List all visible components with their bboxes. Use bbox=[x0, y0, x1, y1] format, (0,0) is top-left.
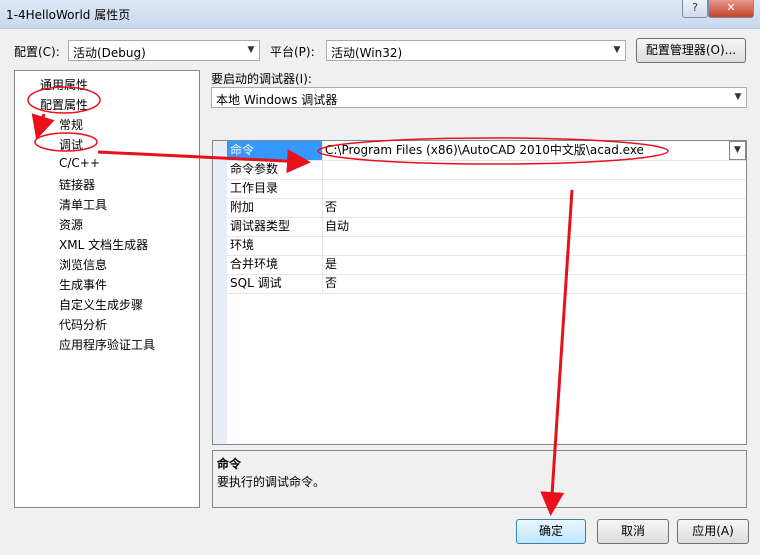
chevron-down-icon[interactable]: ▼ bbox=[609, 41, 625, 60]
tree-item[interactable]: 自定义生成步骤 bbox=[59, 296, 143, 313]
tree-item[interactable]: 浏览信息 bbox=[59, 256, 107, 273]
platform-select-value: 活动(Win32) bbox=[331, 46, 403, 60]
debugger-select-value: 本地 Windows 调试器 bbox=[216, 93, 338, 107]
tree-item[interactable]: 代码分析 bbox=[59, 316, 107, 333]
command-dropdown-button[interactable]: ▼ bbox=[729, 141, 746, 160]
config-select[interactable]: 活动(Debug) ▼ bbox=[68, 40, 260, 61]
debugger-label: 要启动的调试器(I): bbox=[211, 72, 312, 86]
property-value[interactable]: 否 bbox=[323, 274, 337, 293]
tree-item[interactable]: 应用程序验证工具 bbox=[59, 336, 155, 353]
tree-item[interactable]: XML 文档生成器 bbox=[59, 236, 148, 253]
property-row[interactable]: 附加否 bbox=[227, 198, 746, 218]
tree-item[interactable]: 资源 bbox=[59, 216, 83, 233]
tree-item[interactable]: 生成事件 bbox=[59, 276, 107, 293]
description-panel: 命令 要执行的调试命令。 bbox=[212, 450, 747, 508]
property-row[interactable]: 合并环境是 bbox=[227, 255, 746, 275]
property-row[interactable]: 命令 C:\Program Files (x86)\AutoCAD 2010中文版… bbox=[227, 141, 746, 161]
property-row[interactable]: SQL 调试否 bbox=[227, 274, 746, 294]
description-text: 要执行的调试命令。 bbox=[217, 475, 326, 489]
property-name: 环境 bbox=[227, 236, 323, 255]
config-label: 配置(C): bbox=[14, 45, 60, 59]
property-row[interactable]: 环境 bbox=[227, 236, 746, 256]
property-row[interactable]: 工作目录 bbox=[227, 179, 746, 199]
tree-item[interactable]: C/C++ bbox=[59, 156, 100, 170]
tree-item[interactable]: 配置属性 bbox=[40, 96, 88, 113]
chevron-down-icon[interactable]: ▼ bbox=[243, 41, 259, 60]
description-title: 命令 bbox=[217, 457, 242, 471]
tree-item[interactable]: 调试 bbox=[59, 136, 83, 153]
chevron-down-icon[interactable]: ▼ bbox=[730, 88, 746, 107]
grid-gutter bbox=[213, 141, 227, 444]
close-button[interactable]: ✕ bbox=[708, 0, 754, 18]
property-value[interactable]: C:\Program Files (x86)\AutoCAD 2010中文版\a… bbox=[323, 141, 644, 160]
property-name: 调试器类型 bbox=[227, 217, 323, 236]
tree-item[interactable]: 常规 bbox=[59, 116, 83, 133]
property-grid[interactable]: 命令 C:\Program Files (x86)\AutoCAD 2010中文版… bbox=[212, 140, 747, 445]
cancel-button[interactable]: 取消 bbox=[597, 519, 669, 544]
property-row[interactable]: 命令参数 bbox=[227, 160, 746, 180]
property-name: 命令参数 bbox=[227, 160, 323, 179]
chevron-down-icon[interactable]: ▼ bbox=[730, 142, 745, 159]
property-value[interactable] bbox=[323, 236, 325, 255]
property-value[interactable]: 自动 bbox=[323, 217, 349, 236]
debugger-select[interactable]: 本地 Windows 调试器 ▼ bbox=[211, 87, 747, 108]
property-name: 命令 bbox=[227, 141, 323, 160]
property-value[interactable] bbox=[323, 160, 325, 179]
config-select-value: 活动(Debug) bbox=[73, 46, 146, 60]
property-name: 工作目录 bbox=[227, 179, 323, 198]
apply-button[interactable]: 应用(A) bbox=[677, 519, 749, 544]
property-tree[interactable]: 通用属性配置属性常规调试 C/C++ 链接器清单工具资源 XML 文档生成器 浏览信息生… bbox=[14, 70, 200, 508]
config-manager-button[interactable]: 配置管理器(O)... bbox=[636, 38, 746, 63]
platform-label: 平台(P): bbox=[270, 45, 315, 59]
ok-button[interactable]: 确定 bbox=[516, 519, 586, 544]
property-value[interactable]: 是 bbox=[323, 255, 337, 274]
property-value[interactable]: 否 bbox=[323, 198, 337, 217]
title-bar: 1-4HelloWorld 属性页 ? ✕ bbox=[0, 0, 760, 29]
tree-item[interactable]: 清单工具 bbox=[59, 196, 107, 213]
help-button[interactable]: ? bbox=[682, 0, 708, 18]
property-value[interactable] bbox=[323, 179, 325, 198]
property-name: SQL 调试 bbox=[227, 274, 323, 293]
window-title: 1-4HelloWorld 属性页 bbox=[6, 8, 131, 22]
tree-item[interactable]: 链接器 bbox=[59, 176, 95, 193]
platform-select[interactable]: 活动(Win32) ▼ bbox=[326, 40, 626, 61]
property-name: 附加 bbox=[227, 198, 323, 217]
property-row[interactable]: 调试器类型 自动 bbox=[227, 217, 746, 237]
tree-item[interactable]: 通用属性 bbox=[40, 76, 88, 93]
property-name: 合并环境 bbox=[227, 255, 323, 274]
